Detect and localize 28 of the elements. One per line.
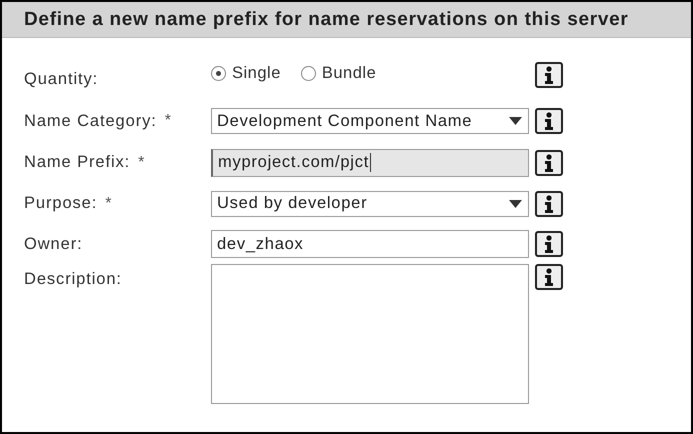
- field-label: Description:: [24, 270, 122, 289]
- text-area[interactable]: [211, 264, 529, 404]
- field-label: Name Category:: [24, 112, 157, 130]
- radio-label[interactable]: Bundle: [322, 64, 376, 82]
- radio-label[interactable]: Single: [232, 64, 281, 82]
- radio-button[interactable]: [300, 66, 316, 80]
- field-label: Purpose:: [24, 194, 98, 213]
- radio-button[interactable]: [211, 66, 226, 80]
- dropdown[interactable]: Used by developer: [211, 190, 529, 216]
- info-icon[interactable]: [535, 190, 563, 216]
- field-label: Quantity:: [24, 70, 98, 88]
- dropdown-caret-icon: [509, 200, 522, 208]
- section-title: Define a new name prefix for name reservations on this server: [24, 8, 628, 30]
- required-marker: *: [138, 154, 144, 172]
- dropdown-value: Development Component Name: [217, 112, 472, 130]
- info-icon[interactable]: [535, 150, 563, 176]
- info-icon[interactable]: [535, 264, 563, 290]
- required-marker: *: [105, 194, 112, 212]
- info-icon[interactable]: [535, 108, 563, 134]
- input-field[interactable]: dev_zhaox: [211, 230, 529, 258]
- info-icon[interactable]: [535, 62, 563, 88]
- required-marker: *: [164, 112, 171, 130]
- info-icon[interactable]: [535, 231, 563, 257]
- dropdown-value: Used by developer: [217, 194, 368, 213]
- dropdown[interactable]: Development Component Name: [211, 108, 529, 134]
- dropdown-caret-icon: [509, 117, 522, 125]
- field-label: Owner:: [24, 234, 83, 254]
- field-label: Name Prefix:: [24, 153, 130, 172]
